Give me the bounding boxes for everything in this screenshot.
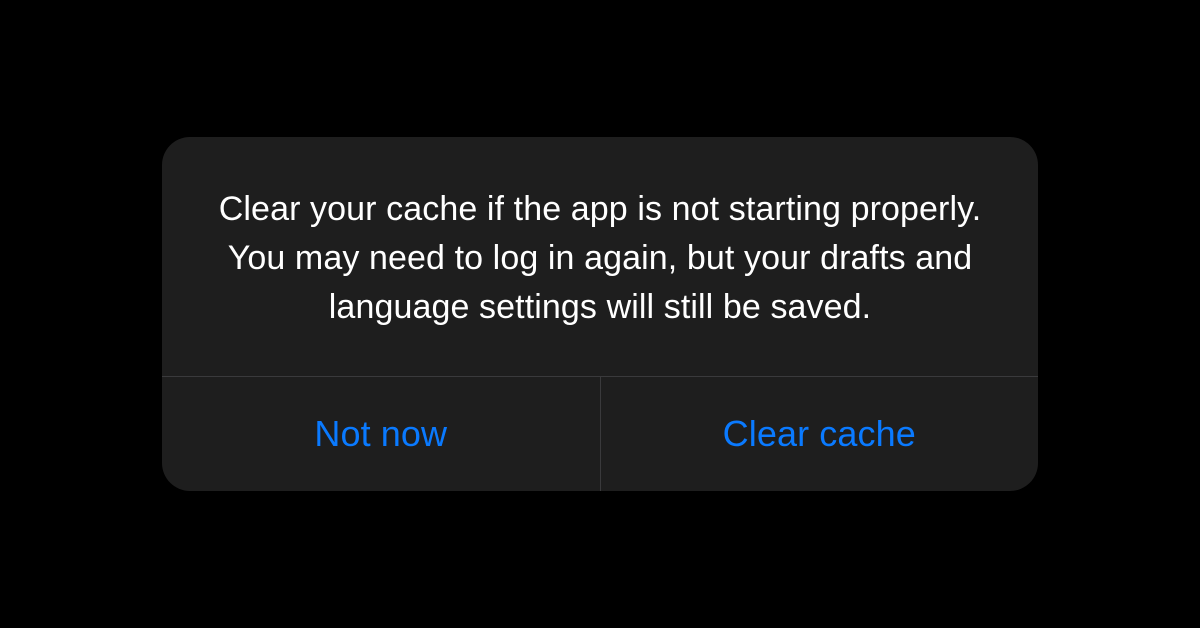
alert-dialog: Clear your cache if the app is not start…: [162, 137, 1038, 492]
alert-buttons-row: Not now Clear cache: [162, 376, 1038, 491]
alert-message-container: Clear your cache if the app is not start…: [162, 137, 1038, 377]
clear-cache-button[interactable]: Clear cache: [601, 377, 1039, 491]
not-now-button-label: Not now: [314, 413, 447, 454]
not-now-button[interactable]: Not now: [162, 377, 601, 491]
clear-cache-button-label: Clear cache: [723, 413, 916, 454]
alert-message-text: Clear your cache if the app is not start…: [218, 185, 982, 333]
